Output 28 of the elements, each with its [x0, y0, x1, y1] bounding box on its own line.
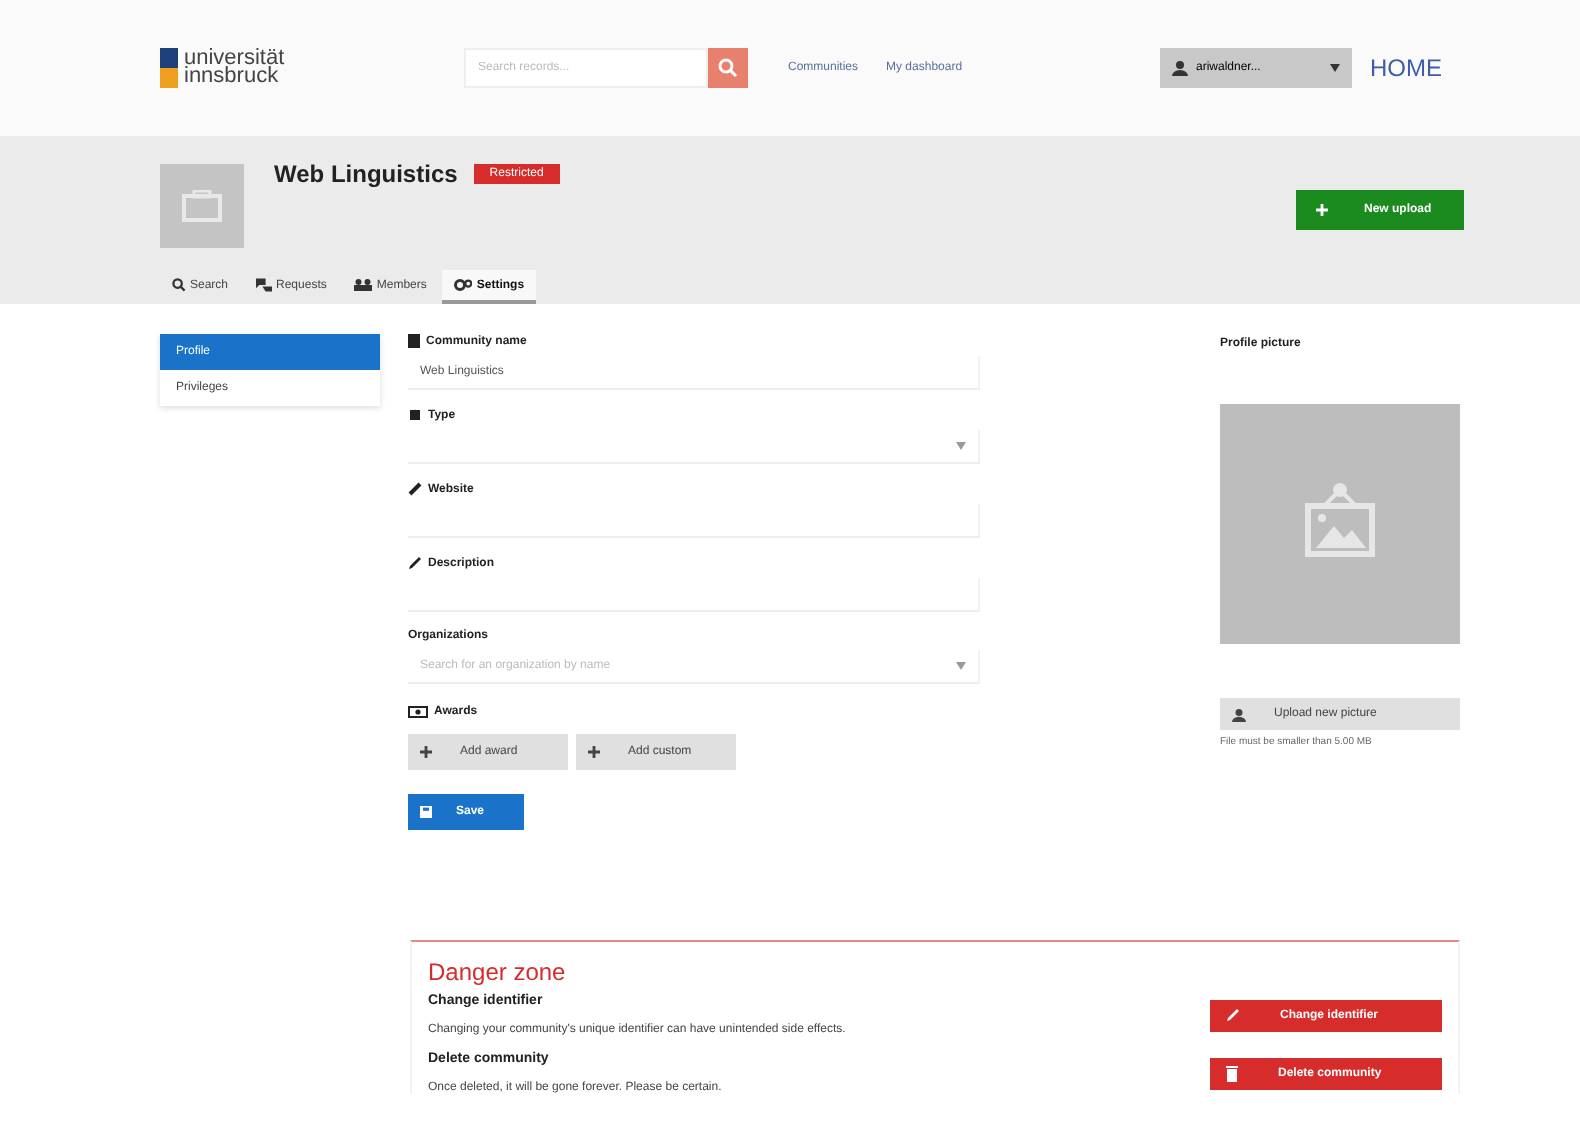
- people-icon: [354, 278, 373, 292]
- chat-icon: [256, 278, 273, 292]
- search-icon: [718, 58, 738, 78]
- plus-icon: [420, 746, 432, 758]
- caret-icon: [1330, 64, 1340, 72]
- search-icon: [172, 278, 186, 292]
- logo-icon: [160, 48, 178, 88]
- pencil-icon: [408, 556, 422, 570]
- plus-icon: [1316, 204, 1328, 216]
- logo-text: universität: [184, 50, 285, 68]
- dropdown-field[interactable]: [408, 430, 980, 464]
- danger-zone-title: Danger zone: [428, 958, 568, 986]
- community-title: Web Linguistics: [274, 160, 458, 188]
- book-icon: [408, 334, 420, 348]
- home-link[interactable]: HOME: [1370, 54, 1442, 82]
- plus-icon: [588, 746, 600, 758]
- caret-icon: [956, 662, 966, 670]
- trash-icon: [1226, 1065, 1238, 1081]
- award-icon: [408, 706, 428, 718]
- search-button[interactable]: [708, 48, 748, 88]
- user-icon: [1232, 707, 1246, 721]
- logo-text: innsbruck: [184, 68, 279, 86]
- pencil-icon: [1226, 1008, 1240, 1022]
- gear-icon: [454, 278, 473, 292]
- user-icon: [1172, 60, 1188, 76]
- community-logo: [160, 164, 244, 248]
- floppy-icon: [420, 806, 432, 818]
- caret-icon: [956, 442, 966, 450]
